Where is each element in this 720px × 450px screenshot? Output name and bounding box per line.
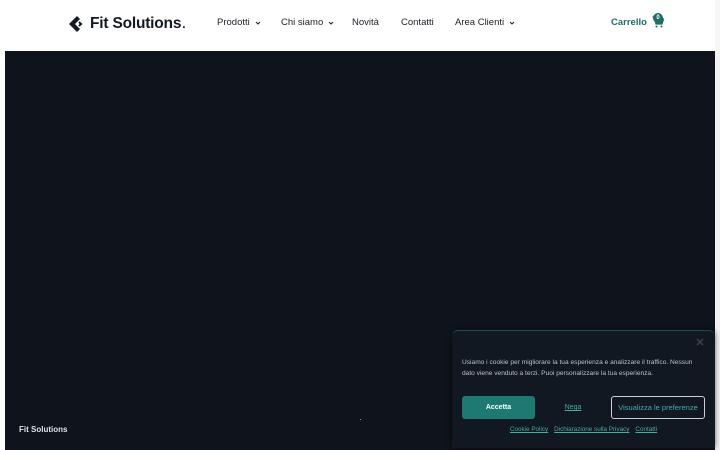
cart-label: Carrello	[611, 16, 647, 28]
nav-item-prodotti[interactable]: Prodotti	[217, 17, 261, 28]
privacy-statement-link[interactable]: Dichiarazione sulla Privacy	[554, 426, 629, 433]
nav-item-label: Contatti	[401, 17, 434, 28]
chevron-down-icon	[255, 21, 261, 25]
chevron-down-icon	[509, 21, 515, 25]
close-icon[interactable]	[695, 337, 705, 347]
deny-cookies-button[interactable]: Nega	[548, 396, 598, 419]
site-logo[interactable]: Fit Solutions .	[68, 14, 186, 34]
footer-brand: Fit Solutions	[19, 425, 68, 434]
page-gutter-right	[715, 51, 720, 450]
cookie-message: Usiamo i cookie per migliorare la tua es…	[462, 359, 693, 377]
cookie-links: Cookie Policy Dichiarazione sulla Privac…	[510, 426, 657, 433]
chevron-down-icon	[328, 21, 334, 25]
nav-item-label: Novità	[352, 17, 379, 28]
nav-item-label: Chi siamo	[281, 17, 324, 28]
nav-item-chi-siamo[interactable]: Chi siamo	[281, 17, 334, 28]
accept-cookies-button[interactable]: Accetta	[462, 396, 535, 419]
nav-item-area-clienti[interactable]: Area Clienti	[455, 17, 515, 28]
contacts-link[interactable]: Contatti	[635, 426, 657, 433]
nav-item-label: Prodotti	[217, 17, 250, 28]
nav-item-contatti[interactable]: Contatti	[401, 17, 434, 28]
nav-item-novita[interactable]: Novità	[352, 17, 379, 28]
scroll-edge	[715, 0, 720, 51]
logo-diamond-icon	[69, 16, 83, 32]
view-preferences-button[interactable]: Visualizza le preferenze	[611, 396, 705, 419]
nav-item-label: Area Clienti	[455, 17, 505, 28]
cookie-policy-link[interactable]: Cookie Policy	[510, 426, 548, 433]
site-header: Fit Solutions . Prodotti Chi siamo Novit…	[0, 0, 720, 51]
logo-text: Fit Solutions	[90, 15, 182, 32]
hero-dot	[360, 419, 361, 420]
logo-dot: .	[182, 17, 186, 31]
cart-count-badge: 0	[653, 13, 663, 23]
